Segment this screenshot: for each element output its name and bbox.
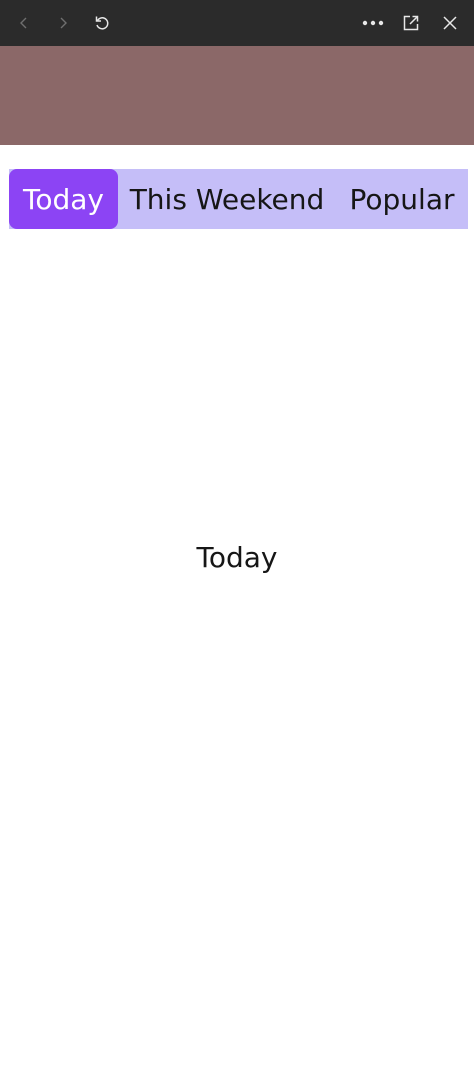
open-external-icon — [403, 15, 419, 31]
back-button[interactable] — [6, 5, 42, 41]
header-banner — [0, 46, 474, 145]
chevron-right-icon — [60, 17, 67, 29]
tab-content-label: Today — [196, 541, 278, 574]
browser-toolbar — [0, 0, 474, 46]
reload-button[interactable] — [84, 5, 120, 41]
close-button[interactable] — [432, 5, 468, 41]
forward-button[interactable] — [45, 5, 81, 41]
tab-today[interactable]: Today — [9, 169, 118, 229]
close-icon — [443, 16, 457, 30]
tab-popular[interactable]: Popular — [336, 169, 468, 229]
open-external-button[interactable] — [393, 5, 429, 41]
tab-bar: Today This Weekend Popular — [9, 169, 468, 229]
more-options-button[interactable] — [355, 5, 391, 41]
reload-icon — [95, 16, 109, 30]
tab-this-weekend[interactable]: This Weekend — [118, 169, 336, 229]
chevron-left-icon — [20, 17, 27, 29]
more-icon — [362, 20, 384, 26]
